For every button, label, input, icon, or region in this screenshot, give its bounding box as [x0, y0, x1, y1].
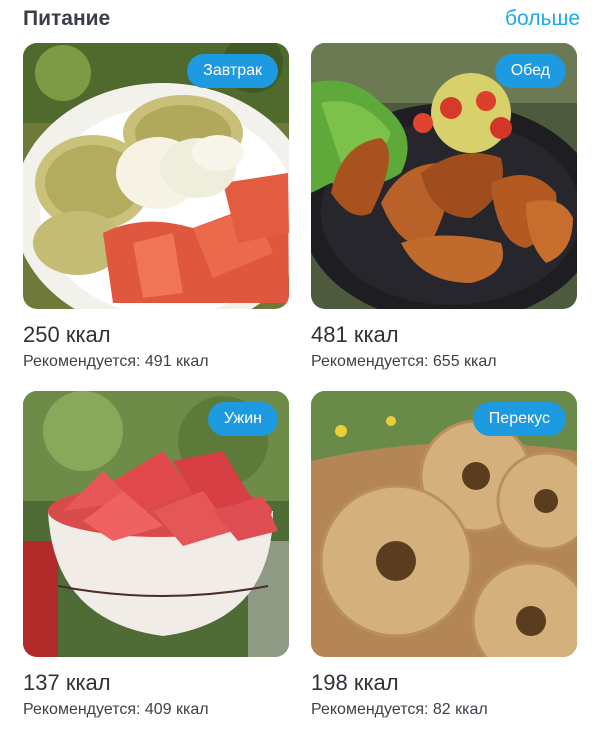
meal-tag-badge: Обед: [494, 54, 566, 88]
meal-tag-badge: Перекус: [472, 402, 566, 436]
snack-photo[interactable]: Перекус: [311, 391, 577, 657]
meal-kcal: 198 ккал: [311, 670, 399, 695]
meal-card-snack[interactable]: Перекус 198 ккал Рекомендуется: 82 ккал: [311, 391, 577, 720]
meal-kcal: 481 ккал: [311, 322, 399, 347]
section-title: Питание: [23, 7, 111, 30]
meal-tag-badge: Завтрак: [187, 54, 278, 88]
lunch-photo[interactable]: Обед: [311, 43, 577, 309]
section-header: Питание больше: [23, 4, 580, 34]
meal-recommended: Рекомендуется: 82 ккал: [311, 701, 488, 718]
more-link[interactable]: больше: [505, 7, 580, 31]
meal-tag-badge: Ужин: [207, 402, 278, 436]
meal-card-dinner[interactable]: Ужин 137 ккал Рекомендуется: 409 ккал: [23, 391, 289, 720]
dinner-photo[interactable]: Ужин: [23, 391, 289, 657]
meal-kcal: 250 ккал: [23, 322, 111, 347]
meal-kcal: 137 ккал: [23, 670, 111, 695]
meal-recommended: Рекомендуется: 409 ккал: [23, 701, 209, 718]
meal-card-breakfast[interactable]: Завтрак 250 ккал Рекомендуется: 491 ккал: [23, 43, 289, 372]
meal-recommended: Рекомендуется: 655 ккал: [311, 353, 497, 370]
meal-card-lunch[interactable]: Обед 481 ккал Рекомендуется: 655 ккал: [311, 43, 577, 372]
breakfast-photo[interactable]: Завтрак: [23, 43, 289, 309]
meal-recommended: Рекомендуется: 491 ккал: [23, 353, 209, 370]
